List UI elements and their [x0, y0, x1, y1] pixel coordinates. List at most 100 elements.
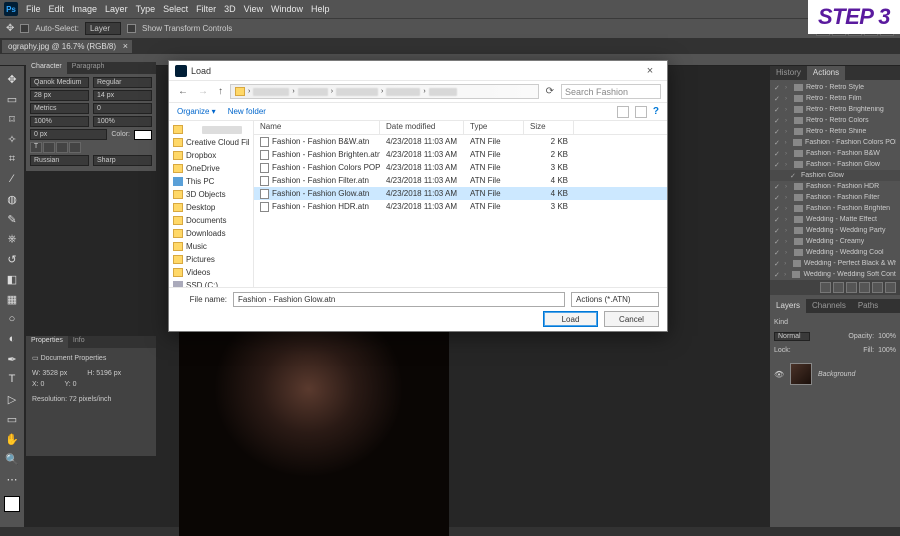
tree-item[interactable]: Videos — [169, 266, 253, 279]
tab-character[interactable]: Character — [26, 62, 67, 74]
menu-window[interactable]: Window — [271, 4, 303, 14]
action-item[interactable]: ✓Fashion Glow — [770, 170, 900, 181]
col-date[interactable]: Date modified — [380, 121, 464, 134]
leading-field[interactable]: 14 px — [93, 90, 152, 101]
tab-paths[interactable]: Paths — [852, 299, 884, 313]
action-item[interactable]: ✓›Wedding - Perfect Black & White — [770, 258, 900, 269]
action-item[interactable]: ✓›Fashion - Fashion B&W — [770, 148, 900, 159]
menu-select[interactable]: Select — [163, 4, 188, 14]
menu-layer[interactable]: Layer — [105, 4, 128, 14]
tree-item[interactable]: Music — [169, 240, 253, 253]
action-item[interactable]: ✓›Fashion - Fashion Glow — [770, 159, 900, 170]
breadcrumb-path[interactable]: › › › › › — [230, 84, 539, 99]
action-item[interactable]: ✓›Wedding - Wedding Soft Contrast — [770, 269, 900, 280]
tree-item[interactable]: This PC — [169, 175, 253, 188]
tree-item[interactable]: Documents — [169, 214, 253, 227]
col-type[interactable]: Type — [464, 121, 524, 134]
blur-tool-icon[interactable]: ○ — [3, 310, 21, 328]
action-item[interactable]: ✓›Retro - Retro Brightening — [770, 104, 900, 115]
caps-button[interactable] — [56, 142, 68, 153]
opacity-value[interactable]: 100% — [878, 333, 896, 340]
blend-mode-dropdown[interactable]: Normal — [774, 332, 810, 341]
disclosure-icon[interactable]: › — [785, 239, 791, 245]
col-name[interactable]: Name — [254, 121, 380, 134]
language-dropdown[interactable]: Russian — [30, 155, 89, 166]
quick-access-item[interactable] — [169, 123, 253, 136]
play-icon[interactable] — [846, 282, 857, 293]
disclosure-icon[interactable]: › — [784, 261, 789, 267]
menu-image[interactable]: Image — [72, 4, 97, 14]
font-family-dropdown[interactable]: Qanok Medium — [30, 77, 89, 88]
antialias-dropdown[interactable]: Sharp — [93, 155, 152, 166]
stamp-tool-icon[interactable]: ⎈ — [3, 230, 21, 248]
tab-layers[interactable]: Layers — [770, 299, 806, 313]
fill-value[interactable]: 100% — [878, 347, 896, 354]
preview-pane-icon[interactable] — [635, 106, 647, 118]
tab-actions[interactable]: Actions — [807, 66, 845, 80]
col-size[interactable]: Size — [524, 121, 574, 134]
action-item[interactable]: ✓›Wedding - Wedding Cool — [770, 247, 900, 258]
lasso-tool-icon[interactable]: ⌑ — [3, 110, 21, 128]
italic-button[interactable] — [43, 142, 55, 153]
wand-tool-icon[interactable]: ✧ — [3, 130, 21, 148]
menu-edit[interactable]: Edit — [49, 4, 65, 14]
action-item[interactable]: ✓›Wedding - Matte Effect — [770, 214, 900, 225]
tree-item[interactable]: SSD (C:) — [169, 279, 253, 287]
bold-button[interactable]: T — [30, 142, 42, 153]
menu-view[interactable]: View — [244, 4, 263, 14]
disclosure-icon[interactable]: › — [785, 228, 791, 234]
baseline-field[interactable]: 0 px — [30, 129, 107, 140]
file-row[interactable]: Fashion - Fashion Colors POP.atn4/23/201… — [254, 161, 667, 174]
help-icon[interactable]: ? — [653, 106, 659, 117]
file-type-dropdown[interactable]: Actions (*.ATN) — [571, 292, 659, 307]
tracking-field[interactable]: 0 — [93, 103, 152, 114]
path-tool-icon[interactable]: ▷ — [3, 390, 21, 408]
show-transform-checkbox[interactable] — [127, 24, 136, 33]
tree-item[interactable]: Pictures — [169, 253, 253, 266]
cancel-button[interactable]: Cancel — [604, 311, 659, 327]
disclosure-icon[interactable]: › — [785, 107, 791, 113]
disclosure-icon[interactable]: › — [784, 272, 789, 278]
tab-channels[interactable]: Channels — [806, 299, 852, 313]
tree-item[interactable]: Creative Cloud Fil — [169, 136, 253, 149]
foreground-color-swatch[interactable] — [4, 496, 20, 512]
type-tool-icon[interactable]: T — [3, 370, 21, 388]
action-item[interactable]: ✓›Fashion - Fashion HDR — [770, 181, 900, 192]
zoom-tool-icon[interactable]: 🔍 — [3, 450, 21, 468]
close-tab-icon[interactable]: × — [123, 41, 128, 51]
kerning-field[interactable]: Metrics — [30, 103, 89, 114]
hand-tool-icon[interactable]: ✋ — [3, 430, 21, 448]
file-row[interactable]: Fashion - Fashion B&W.atn4/23/2018 11:03… — [254, 135, 667, 148]
marquee-tool-icon[interactable]: ▭ — [3, 90, 21, 108]
disclosure-icon[interactable]: › — [785, 96, 791, 102]
smallcaps-button[interactable] — [69, 142, 81, 153]
file-row[interactable]: Fashion - Fashion Brighten.atn4/23/2018 … — [254, 148, 667, 161]
action-item[interactable]: ✓›Fashion - Fashion Colors POP — [770, 137, 900, 148]
layer-row[interactable]: 👁 Background — [774, 363, 896, 385]
action-item[interactable]: ✓›Fashion - Fashion Filter — [770, 192, 900, 203]
disclosure-icon[interactable]: › — [785, 184, 791, 190]
eraser-tool-icon[interactable]: ◧ — [3, 270, 21, 288]
vscale-field[interactable]: 100% — [30, 116, 89, 127]
action-item[interactable]: ✓›Retro - Retro Style — [770, 82, 900, 93]
file-row[interactable]: Fashion - Fashion Glow.atn4/23/2018 11:0… — [254, 187, 667, 200]
filename-input[interactable]: Fashion - Fashion Glow.atn — [233, 292, 565, 307]
font-size-field[interactable]: 28 px — [30, 90, 89, 101]
refresh-icon[interactable]: ⟳ — [543, 86, 557, 97]
record-icon[interactable] — [833, 282, 844, 293]
text-color-swatch[interactable] — [134, 130, 152, 140]
tab-history[interactable]: History — [770, 66, 807, 80]
tab-properties[interactable]: Properties — [26, 336, 68, 348]
new-set-icon[interactable] — [859, 282, 870, 293]
hscale-field[interactable]: 100% — [93, 116, 152, 127]
file-row[interactable]: Fashion - Fashion Filter.atn4/23/2018 11… — [254, 174, 667, 187]
organize-dropdown[interactable]: Organize ▾ — [177, 107, 216, 116]
disclosure-icon[interactable]: › — [785, 85, 791, 91]
stop-icon[interactable] — [820, 282, 831, 293]
brush-tool-icon[interactable]: ✎ — [3, 210, 21, 228]
pen-tool-icon[interactable]: ✒ — [3, 350, 21, 368]
tree-item[interactable]: Dropbox — [169, 149, 253, 162]
close-dialog-button[interactable]: × — [639, 65, 661, 77]
tree-item[interactable]: Desktop — [169, 201, 253, 214]
view-mode-icon[interactable] — [617, 106, 629, 118]
